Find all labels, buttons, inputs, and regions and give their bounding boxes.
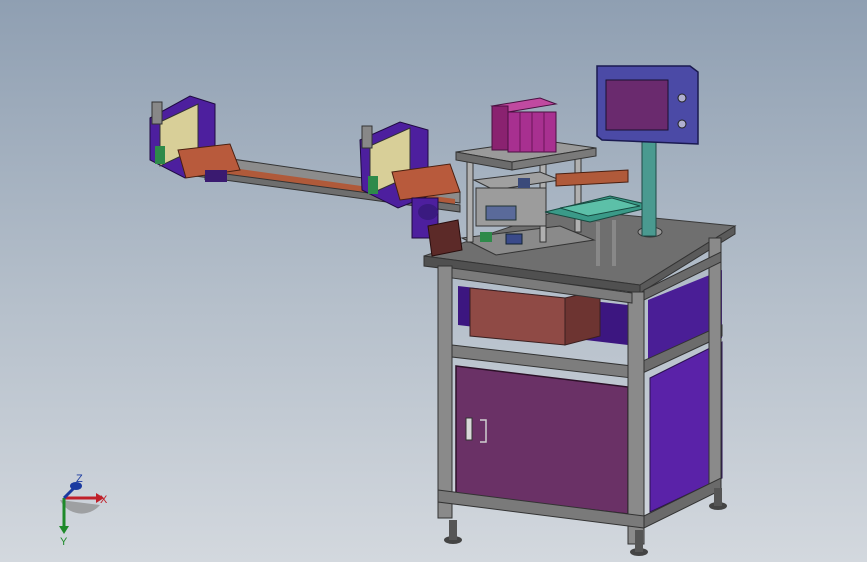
- cad-viewport[interactable]: X Y Z: [0, 0, 867, 562]
- hmi-button-bottom[interactable]: [677, 119, 687, 129]
- machine-model: X Y Z: [59, 65, 737, 556]
- axis-triad[interactable]: X Y Z: [59, 473, 108, 548]
- door-handle[interactable]: [465, 417, 473, 441]
- axis-x-label: X: [100, 494, 108, 506]
- storage-box: [469, 287, 566, 346]
- hmi-screen[interactable]: [605, 79, 669, 131]
- axis-y-label: Y: [60, 536, 68, 548]
- right-feeder-bracket: [359, 121, 461, 239]
- cabinet-door[interactable]: [455, 365, 629, 515]
- hmi-button-top[interactable]: [677, 93, 687, 103]
- drive-motor-block: [427, 219, 463, 257]
- axis-z-label: Z: [76, 473, 83, 485]
- left-feeder-bracket: [149, 95, 241, 182]
- cabinet-frame: [437, 237, 727, 556]
- servo-motor: [490, 97, 558, 153]
